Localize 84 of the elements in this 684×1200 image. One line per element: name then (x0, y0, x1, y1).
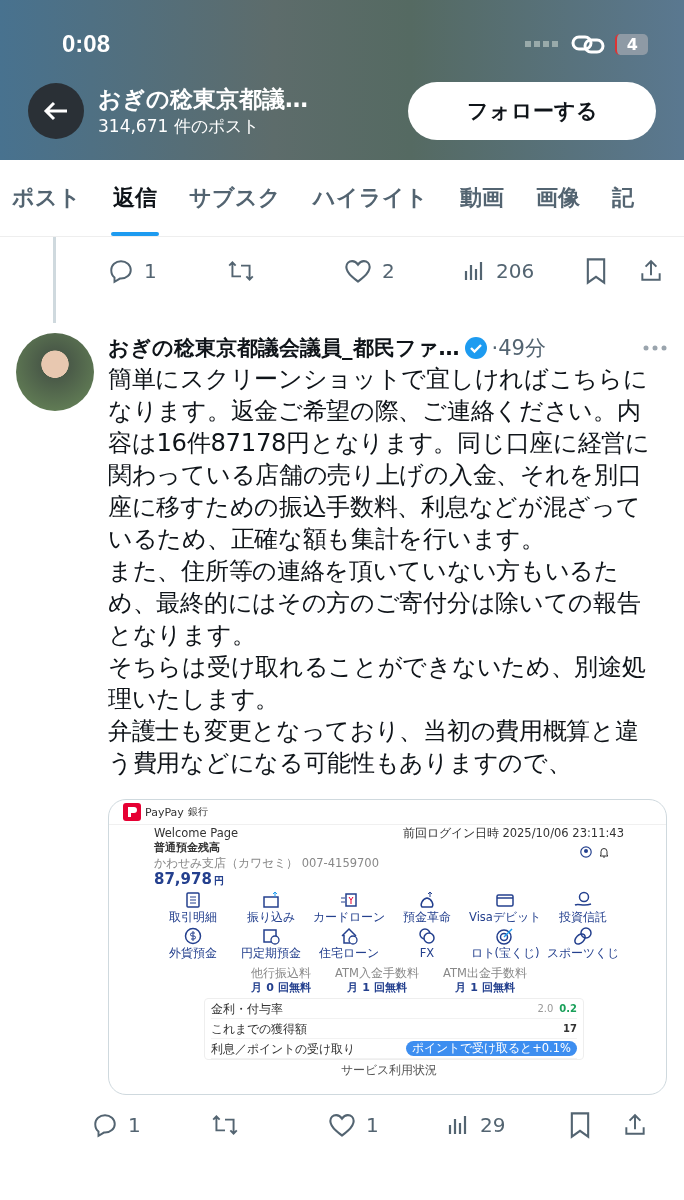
profile-tab[interactable]: サブスク (173, 160, 297, 236)
back-arrow-icon (43, 100, 69, 122)
profile-tab[interactable]: 動画 (444, 160, 520, 236)
post-count: 314,671 件のポスト (98, 115, 260, 138)
fee-value: 月 1 回無料 (455, 980, 515, 995)
points-button[interactable]: ポイントで受け取ると+0.1% (406, 1041, 577, 1056)
exchange-icon[interactable] (418, 927, 436, 945)
calendar-icon[interactable] (262, 927, 280, 945)
profile-tab[interactable]: ポスト (0, 160, 97, 236)
battery-indicator: 4 (614, 33, 648, 55)
bank-logo-text: PayPay (145, 805, 184, 819)
menu-label: 外貨預金 (169, 946, 217, 961)
document-icon[interactable] (184, 891, 202, 909)
like-count: 2 (382, 259, 395, 283)
menu-label: FX (419, 946, 435, 960)
earned-label: これまでの獲得額 (211, 1022, 307, 1036)
receive-label: 利息／ポイントの受け取り (211, 1042, 355, 1056)
back-button[interactable] (28, 83, 84, 139)
transfer-icon[interactable] (262, 891, 280, 909)
fee-value: 月 1 回無料 (347, 980, 407, 995)
post-text: 弁護士も変更となっており、当初の費用概算と違う費用などになる可能性もありますので、 (108, 715, 640, 779)
fee-label: 他行振込料 (251, 966, 312, 980)
earned-amount: 17 (563, 1023, 577, 1034)
balance-title: 普通預金残高 (154, 840, 221, 855)
card-loan-icon[interactable] (340, 891, 358, 909)
repost-icon[interactable] (210, 1112, 240, 1138)
bookmark-icon[interactable] (584, 257, 608, 285)
profile-name: おぎの稔東京都議… (98, 85, 309, 114)
fee-value: 月 0 回無料 (251, 980, 311, 995)
menu-label: 投資信託 (559, 910, 607, 925)
bookmark-icon[interactable] (568, 1111, 592, 1139)
logo-icon (123, 803, 141, 821)
attached-screenshot[interactable] (108, 799, 667, 1095)
last-login: 前回ログイン日時 2025/10/06 23:11:43 (402, 826, 624, 840)
balance-amount: 87,978 (154, 870, 212, 888)
profile-tab[interactable]: ハイライト (297, 160, 444, 236)
menu-label: 住宅ローン (319, 946, 379, 961)
target-icon[interactable] (496, 927, 514, 945)
post-time: ·49分 (491, 335, 546, 362)
account-number: かわせみ支店（カワセミ） 007-4159700 (154, 856, 379, 870)
menu-label: 取引明細 (169, 910, 217, 925)
bank-logo-suffix: 銀行 (187, 805, 208, 819)
signal-icon (524, 40, 561, 48)
status-time: 0:08 (62, 30, 111, 58)
view-count: 29 (480, 1113, 506, 1137)
card-icon[interactable] (496, 891, 514, 909)
dollar-icon[interactable] (184, 927, 202, 945)
reply-icon[interactable] (92, 1112, 118, 1138)
profile-tab[interactable]: 画像 (520, 160, 596, 236)
post-text: 簡単にスクリーンショットで宜しければこちらになります。返金ご希望の際、ご連絡ください。内容は16件87178円となります。同じ口座に経営に関わっている店舗の売り上げの入金、それを別口座に移すための振込手数料、利息などが混ざっているため、正確な額も集計を行います。 (108, 363, 651, 555)
new-rate: 0.2 (559, 1003, 577, 1014)
author-name[interactable]: おぎの稔東京都議会議員_都民ファ… (108, 334, 460, 362)
bell-icon[interactable] (598, 846, 610, 858)
follow-button[interactable]: フォローする (408, 82, 656, 140)
rate-label: 金利・付与率 (211, 1002, 283, 1016)
service-status-link[interactable]: サービス利用状況 (341, 1063, 437, 1077)
profile-tab[interactable]: 記 (596, 160, 650, 236)
menu-label: ロト(宝くじ) (470, 946, 540, 961)
post-text: また、住所等の連絡を頂いていない方もいるため、最終的にはその方のご寄付分は除いての報告となります。 (108, 555, 642, 651)
fee-label: ATM出金手数料 (443, 966, 527, 980)
share-icon[interactable] (622, 1112, 648, 1138)
user-icon[interactable] (580, 846, 592, 858)
menu-label: スポーツくじ (547, 946, 619, 961)
like-count: 1 (366, 1113, 379, 1137)
reply-count: 1 (144, 259, 157, 283)
profile-tab[interactable]: 返信 (97, 160, 173, 236)
house-icon[interactable] (340, 927, 358, 945)
menu-label: カードローン (313, 910, 385, 925)
reply-icon[interactable] (108, 258, 134, 284)
old-rate: 2.0 (537, 1003, 554, 1014)
repost-icon[interactable] (226, 258, 256, 284)
currency-unit: 円 (213, 875, 224, 886)
view-count: 206 (496, 259, 535, 283)
heart-icon[interactable] (344, 258, 372, 284)
menu-label: 円定期預金 (241, 946, 301, 961)
share-icon[interactable] (638, 258, 664, 284)
page-label: Welcome Page (154, 826, 239, 840)
menu-label: 預金革命 (403, 910, 451, 925)
heart-icon[interactable] (328, 1112, 356, 1138)
reply-count: 1 (128, 1113, 141, 1137)
menu-label: 振り込み (247, 910, 295, 925)
fee-label: ATM入金手数料 (335, 966, 419, 980)
post-text: そちらは受け取れることができないため、別途処理いたします。 (108, 651, 647, 715)
menu-label: Visaデビット (469, 910, 541, 925)
